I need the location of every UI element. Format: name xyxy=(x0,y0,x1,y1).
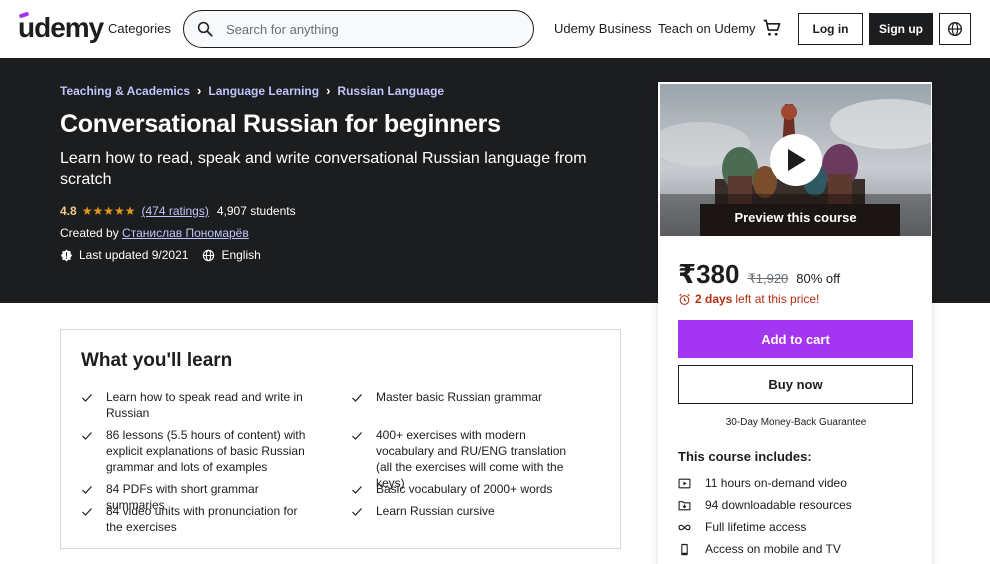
ratings-count-link[interactable]: (474 ratings) xyxy=(141,204,208,218)
timer-days: 2 days xyxy=(695,292,733,306)
learn-text: Master basic Russian grammar xyxy=(376,390,543,404)
login-button[interactable]: Log in xyxy=(798,13,863,45)
include-text: 11 hours on-demand video xyxy=(705,476,847,490)
signup-button[interactable]: Sign up xyxy=(869,13,933,45)
check-icon xyxy=(352,508,362,516)
discount-percent: 80% off xyxy=(796,271,841,286)
learn-item: Learn Russian cursive xyxy=(351,503,581,519)
rating-value: 4.8 xyxy=(60,204,77,218)
learn-item: Learn how to speak read and write in Rus… xyxy=(81,389,311,421)
created-by: Created by Станислав Пономарёв xyxy=(60,226,249,240)
include-item: Full lifetime access xyxy=(678,520,806,534)
check-icon xyxy=(82,508,92,516)
include-text: 94 downloadable resources xyxy=(705,498,852,512)
rating-row: 4.8 ★★★★★ (474 ratings) 4,907 students xyxy=(60,204,296,218)
language-button[interactable] xyxy=(939,13,971,45)
include-text: Full lifetime access xyxy=(705,520,807,534)
download-folder-icon xyxy=(678,500,691,510)
check-icon xyxy=(352,486,362,494)
star-rating-icon: ★★★★★ xyxy=(81,204,136,218)
learn-title: What you'll learn xyxy=(81,350,233,371)
timer-text: left at this price! xyxy=(735,292,820,306)
learn-item: 84 video units with pronunciation for th… xyxy=(81,503,311,535)
infinity-icon xyxy=(678,524,691,530)
cart-icon[interactable] xyxy=(762,18,782,38)
include-item: 11 hours on-demand video xyxy=(678,476,847,490)
learn-text: Basic vocabulary of 2000+ words xyxy=(376,482,553,496)
play-button[interactable] xyxy=(770,134,822,186)
learn-item: Basic vocabulary of 2000+ words xyxy=(351,481,581,497)
search-icon[interactable] xyxy=(196,20,214,38)
learn-text: Learn Russian cursive xyxy=(376,504,495,518)
course-preview-video[interactable]: Preview this course xyxy=(660,84,931,236)
check-icon xyxy=(352,432,362,440)
check-icon xyxy=(82,486,92,494)
learn-item: 86 lessons (5.5 hours of content) with e… xyxy=(81,427,311,475)
check-icon xyxy=(352,394,362,402)
breadcrumb-teaching[interactable]: Teaching & Academics xyxy=(60,84,190,98)
breadcrumb: Teaching & Academics › Language Learning… xyxy=(60,83,444,98)
include-text: Access on mobile and TV xyxy=(705,542,841,556)
price-timer: 2 days left at this price! xyxy=(678,292,819,306)
original-price: ₹1,920 xyxy=(747,271,789,286)
globe-icon xyxy=(203,249,215,261)
top-navbar: udemy Categories Udemy Business Teach on… xyxy=(0,0,990,58)
learn-item: Master basic Russian grammar xyxy=(351,389,581,405)
learn-text: 84 video units with pronunciation for th… xyxy=(106,504,298,534)
teach-on-udemy-link[interactable]: Teach on Udemy xyxy=(658,21,756,36)
includes-title: This course includes: xyxy=(678,449,812,464)
learn-text: 86 lessons (5.5 hours of content) with e… xyxy=(106,428,306,474)
udemy-business-link[interactable]: Udemy Business xyxy=(554,21,652,36)
course-meta: Last updated 9/2021 English xyxy=(60,248,261,262)
created-by-label: Created by xyxy=(60,226,119,240)
breadcrumb-language-learning[interactable]: Language Learning xyxy=(208,84,319,98)
chevron-right-icon: › xyxy=(197,83,202,98)
money-back-guarantee: 30-Day Money-Back Guarantee xyxy=(725,417,867,428)
current-price: ₹380 xyxy=(678,259,740,289)
check-icon xyxy=(82,432,92,440)
play-icon xyxy=(788,149,806,171)
search-input[interactable] xyxy=(226,20,516,38)
include-item: 94 downloadable resources xyxy=(678,498,852,512)
course-subtitle: Learn how to read, speak and write conve… xyxy=(60,150,587,188)
what-youll-learn: What you'll learn Learn how to speak rea… xyxy=(60,329,621,549)
check-icon xyxy=(82,394,92,402)
breadcrumb-russian-language[interactable]: Russian Language xyxy=(337,84,444,98)
categories-link[interactable]: Categories xyxy=(108,21,171,36)
mobile-icon xyxy=(681,543,688,555)
students-count: 4,907 students xyxy=(216,204,296,218)
search-bar[interactable] xyxy=(183,10,534,48)
chevron-right-icon: › xyxy=(326,83,331,98)
course-title: Conversational Russian for beginners xyxy=(60,110,501,138)
buy-now-button[interactable]: Buy now xyxy=(678,365,913,404)
course-language: English xyxy=(221,248,261,262)
last-updated: Last updated 9/2021 xyxy=(79,248,189,262)
add-to-cart-button[interactable]: Add to cart xyxy=(678,320,913,358)
globe-icon xyxy=(948,22,962,36)
video-icon xyxy=(678,478,691,488)
include-item: Access on mobile and TV xyxy=(678,542,841,556)
author-link[interactable]: Станислав Пономарёв xyxy=(122,226,249,240)
udemy-logo[interactable]: udemy xyxy=(18,12,104,44)
alarm-clock-icon xyxy=(679,293,690,305)
learn-text: Learn how to speak read and write in Rus… xyxy=(106,390,303,420)
preview-label: Preview this course xyxy=(734,210,857,225)
purchase-card: Preview this course ₹380 ₹1,920 80% off … xyxy=(658,82,932,564)
price-row: ₹380 ₹1,920 80% off xyxy=(678,259,840,290)
alert-badge-icon xyxy=(60,249,73,261)
